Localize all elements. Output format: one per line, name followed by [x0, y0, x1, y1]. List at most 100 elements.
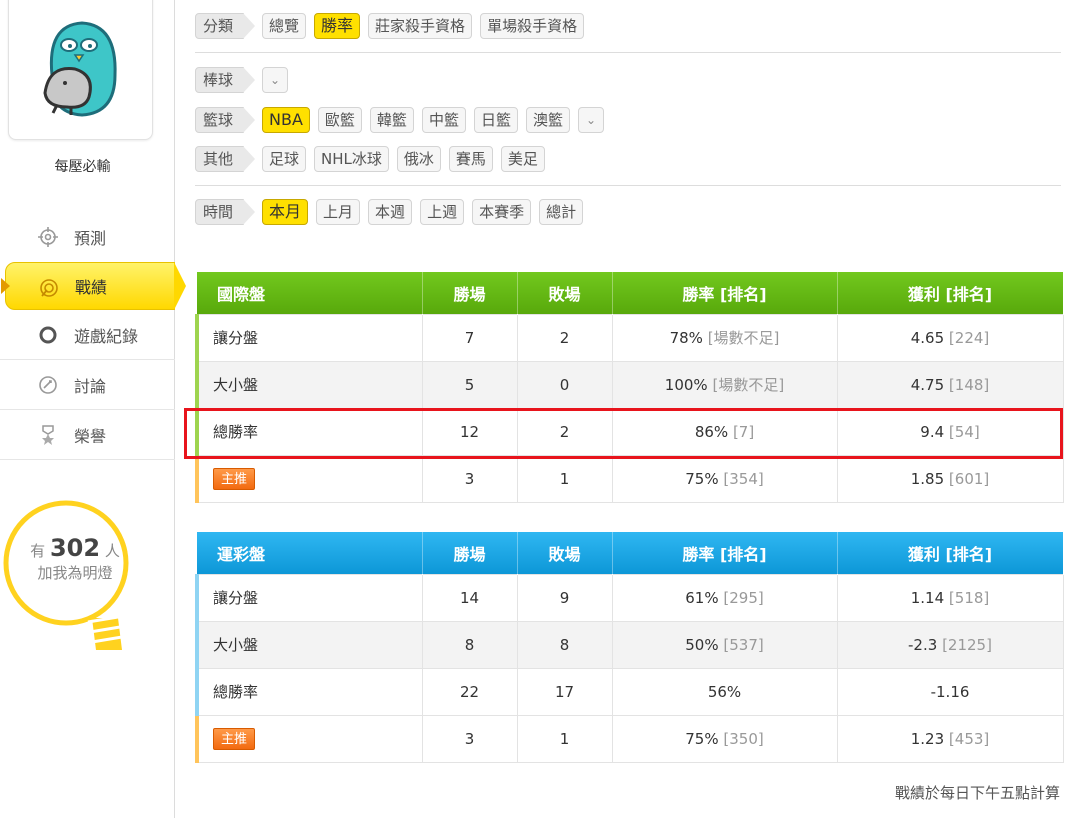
filter-basketball: 籃球 NBA 歐籃 韓籃 中籃 日籃 澳籃 ⌄ — [195, 107, 612, 133]
losses-cell: 9 — [516, 573, 613, 622]
row-name: 讓分盤 — [195, 313, 423, 362]
trophy-target-icon — [40, 279, 58, 297]
table-row: 總勝率 12 2 86% [7] 9.4 [54] — [195, 407, 1064, 456]
avatar[interactable] — [8, 0, 153, 140]
sidebar-item-honor[interactable]: 榮譽 — [0, 410, 175, 460]
sidebar-nav: 預測 戰績 遊戲紀錄 討論 榮譽 — [0, 212, 186, 460]
profit-cell: 4.75 [148] — [836, 360, 1064, 409]
table-row: 讓分盤 7 2 78% [場數不足] 4.65 [224] — [195, 313, 1064, 362]
rate-cell: 61% [295] — [611, 573, 838, 622]
chip-this-month[interactable]: 本月 — [262, 199, 309, 225]
row-name: 總勝率 — [195, 407, 423, 456]
chip-total[interactable]: 總計 — [539, 199, 584, 225]
filter-label-other: 其他 — [195, 146, 256, 172]
chip-korea-basketball[interactable]: 韓籃 — [369, 107, 414, 133]
rate-value: 78% — [669, 329, 703, 347]
sidebar: 每壓必輸 預測 戰績 遊戲紀錄 討論 榮譽 有 302 人 加我為明燈 — [0, 0, 186, 818]
sidebar-item-label: 戰績 — [75, 278, 108, 297]
profit-rank: [453] — [948, 729, 990, 748]
losses-cell: 2 — [516, 407, 613, 456]
wins-cell: 5 — [421, 360, 518, 409]
filter-other: 其他 足球 NHL冰球 俄冰 賽馬 美足 — [195, 146, 553, 172]
chip-win-rate[interactable]: 勝率 — [314, 13, 361, 39]
profit-rank: [518] — [948, 588, 990, 607]
chip-china-basketball[interactable]: 中籃 — [421, 107, 466, 133]
chip-this-week[interactable]: 本週 — [368, 199, 413, 225]
rate-value: 50% — [685, 635, 719, 654]
header-cell: 勝場 — [422, 272, 518, 314]
table-row: 總勝率 22 17 56% -1.16 — [195, 667, 1064, 716]
row-name: 大小盤 — [195, 360, 423, 409]
chip-nba[interactable]: NBA — [262, 107, 310, 133]
table-row: 主推 3 1 75% [350] 1.23 [453] — [195, 714, 1064, 763]
chip-last-month[interactable]: 上月 — [316, 199, 361, 225]
rate-rank: [350] — [723, 729, 764, 748]
rate-cell: 56% — [611, 667, 838, 716]
filter-baseball: 棒球 ⌄ — [195, 67, 296, 93]
chip-single-killer[interactable]: 單場殺手資格 — [480, 13, 585, 39]
filter-category: 分類 總覽 勝率 莊家殺手資格 單場殺手資格 — [195, 13, 592, 39]
rate-value: 100% — [664, 376, 708, 394]
chip-bookie-killer[interactable]: 莊家殺手資格 — [368, 13, 473, 39]
rate-rank: [537] — [723, 635, 764, 654]
sidebar-item-label: 預測 — [74, 229, 107, 248]
sidebar-item-label: 討論 — [74, 376, 107, 396]
header-cell: 勝場 — [422, 532, 518, 574]
chevron-down-icon[interactable]: ⌄ — [262, 67, 289, 93]
profit-cell: 9.4 [54] — [836, 407, 1064, 456]
rate-rank: [場數不足] — [707, 329, 780, 347]
chevron-down-icon[interactable]: ⌄ — [577, 107, 604, 133]
follower-suffix: 人 — [104, 542, 120, 560]
rate-cell: 50% [537] — [611, 620, 838, 669]
sidebar-item-game-log[interactable]: 遊戲紀錄 — [0, 310, 175, 360]
chip-american-football[interactable]: 美足 — [500, 146, 545, 172]
main-pick-badge[interactable]: 主推 — [213, 467, 255, 490]
profit-value: -1.16 — [930, 682, 970, 701]
table-header: 運彩盤 勝場 敗場 勝率 [排名] 獲利 [排名] — [197, 532, 1064, 574]
page: 每壓必輸 預測 戰績 遊戲紀錄 討論 榮譽 有 302 人 加我為明燈 分類 總… — [0, 0, 1080, 818]
table-row: 大小盤 8 8 50% [537] -2.3 [2125] — [195, 620, 1064, 669]
table-row: 讓分盤 14 9 61% [295] 1.14 [518] — [195, 573, 1064, 622]
profit-value: 1.23 — [910, 729, 945, 748]
wins-cell: 3 — [421, 714, 518, 763]
losses-cell: 0 — [516, 360, 613, 409]
rate-cell: 100% [場數不足] — [611, 360, 838, 409]
losses-cell: 8 — [516, 620, 613, 669]
rate-rank: [295] — [723, 588, 764, 607]
international-stats-table: 國際盤 勝場 敗場 勝率 [排名] 獲利 [排名] 讓分盤 7 2 78% [場… — [195, 272, 1064, 503]
sidebar-item-predict[interactable]: 預測 — [0, 212, 175, 262]
divider — [195, 52, 1061, 53]
filter-label-basketball: 籃球 — [195, 107, 256, 133]
main-pick-badge[interactable]: 主推 — [213, 727, 255, 750]
chip-australia-basketball[interactable]: 澳籃 — [525, 107, 570, 133]
header-cell: 勝率 [排名] — [612, 532, 838, 574]
username[interactable]: 每壓必輸 — [0, 156, 165, 176]
row-name: 讓分盤 — [195, 573, 423, 622]
chip-overview[interactable]: 總覽 — [262, 13, 307, 39]
header-cell: 敗場 — [517, 272, 613, 314]
profit-value: -2.3 — [908, 635, 938, 654]
rate-value: 86% — [694, 422, 729, 441]
profit-cell: 4.65 [224] — [836, 313, 1064, 362]
rate-value: 75% — [685, 729, 719, 748]
chip-nhl[interactable]: NHL冰球 — [314, 146, 389, 172]
losses-cell: 2 — [516, 313, 613, 362]
rate-cell: 75% [350] — [611, 714, 838, 763]
sidebar-item-record[interactable]: 戰績 — [1, 262, 186, 310]
chip-euro-basketball[interactable]: 歐籃 — [317, 107, 362, 133]
chip-horse-racing[interactable]: 賽馬 — [448, 146, 493, 172]
chip-japan-basketball[interactable]: 日籃 — [473, 107, 518, 133]
header-cell: 勝率 [排名] — [612, 272, 838, 314]
sidebar-item-discuss[interactable]: 討論 — [0, 360, 175, 410]
filter-time: 時間 本月 上月 本週 上週 本賽季 總計 — [195, 199, 591, 225]
table-row: 主推 3 1 75% [354] 1.85 [601] — [195, 454, 1064, 503]
chip-this-season[interactable]: 本賽季 — [472, 199, 532, 225]
wins-cell: 3 — [421, 454, 518, 503]
chip-russia-hockey[interactable]: 俄冰 — [396, 146, 441, 172]
follower-count: 有 302 人 加我為明燈 — [0, 536, 150, 584]
chip-soccer[interactable]: 足球 — [262, 146, 307, 172]
chip-last-week[interactable]: 上週 — [420, 199, 465, 225]
profit-rank: [54] — [948, 422, 980, 441]
active-arrow — [174, 262, 186, 310]
rate-cell: 75% [354] — [611, 454, 838, 503]
